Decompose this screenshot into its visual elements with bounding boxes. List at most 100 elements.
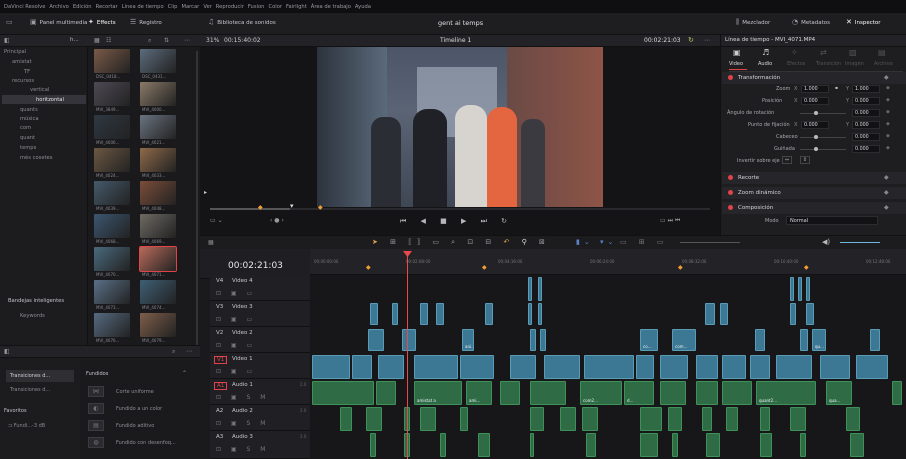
track-header[interactable]: A3 Audio 3 ⊡ ▣ S M 2.0 — [210, 431, 310, 459]
track-name[interactable]: Audio 3 — [232, 434, 253, 440]
zoom-tools[interactable]: ▭ ⊞ ▭ — [620, 238, 669, 246]
menu-item[interactable]: Archivo — [49, 4, 68, 10]
track-control-icons[interactable]: ⊡ ▣ S M — [216, 420, 269, 427]
audio-clip[interactable] — [668, 407, 682, 431]
media-thumbnail[interactable] — [140, 148, 176, 172]
video-clip[interactable]: qu... — [812, 329, 826, 351]
match-frame-icon[interactable]: ▭ ⏭ ⏮ — [660, 217, 680, 225]
audio-clip[interactable] — [420, 407, 436, 431]
audio-clip[interactable] — [696, 381, 718, 405]
inspector-tab[interactable]: Efectos — [787, 61, 805, 67]
audio-clip[interactable] — [376, 381, 396, 405]
media-thumbnail[interactable] — [139, 246, 177, 272]
flag-tools[interactable]: ▮⌄ ▾⌄ — [576, 238, 617, 246]
sort-icon[interactable]: ⇅ — [164, 37, 169, 44]
viewer-scrub-bar[interactable] — [210, 208, 710, 210]
bin-item[interactable]: quant — [20, 135, 35, 141]
track-name[interactable]: Video 1 — [232, 356, 253, 362]
slider-handle[interactable] — [814, 111, 818, 115]
track-name[interactable]: Video 4 — [232, 278, 253, 284]
audio-clip[interactable]: amistat a — [414, 381, 462, 405]
video-clip[interactable] — [510, 355, 536, 379]
favorite-item[interactable]: ⊐ Fundi...-3 dB — [8, 423, 45, 429]
track-header[interactable]: V3 Video 3 ⊡ ▣ ▭ — [210, 301, 310, 327]
audio-clip[interactable] — [640, 407, 662, 431]
sidebar-icon[interactable]: ◧ — [4, 348, 10, 355]
audio-clip[interactable] — [722, 381, 752, 405]
section-enabled-dot[interactable] — [728, 205, 733, 210]
audio-clip[interactable] — [672, 433, 678, 457]
video-clip[interactable] — [776, 355, 812, 379]
x-value-field[interactable]: 1.000 — [801, 85, 829, 93]
video-clip[interactable] — [800, 329, 808, 351]
audio-clip[interactable] — [582, 407, 598, 431]
flip-horizontal-icon[interactable]: ⇔ — [782, 156, 792, 164]
audio-clip[interactable] — [478, 433, 490, 457]
viewer-options-icon[interactable]: ▭ ⌄ — [210, 217, 223, 224]
video-clip[interactable] — [528, 277, 532, 301]
section-enabled-dot[interactable] — [728, 75, 733, 80]
video-clip[interactable] — [790, 277, 794, 301]
menu-item[interactable]: Color — [268, 4, 282, 10]
track-name[interactable]: Audio 2 — [232, 408, 253, 414]
bin-item[interactable]: quants — [20, 107, 38, 113]
video-clip[interactable] — [460, 355, 494, 379]
audio-clip[interactable] — [530, 433, 534, 457]
menu-item[interactable]: Edición — [73, 4, 92, 10]
viewer-more-icon[interactable]: ⋯ — [704, 37, 710, 44]
track-id[interactable]: V4 — [214, 278, 225, 284]
audio-clip[interactable] — [640, 433, 658, 457]
app-menu[interactable]: DaVinci Resolve — [4, 4, 45, 10]
video-clip[interactable] — [368, 329, 384, 351]
link-icon[interactable]: ⚭ — [834, 85, 839, 92]
media-thumbnail[interactable] — [140, 49, 176, 73]
diamond-keyframe-icon[interactable]: ◆ — [884, 174, 889, 181]
track-id[interactable]: V2 — [214, 330, 225, 336]
audio-clip[interactable] — [366, 407, 382, 431]
composite-mode-select[interactable]: Normal — [786, 216, 878, 225]
sync-icon[interactable]: ↻ — [688, 36, 694, 44]
audio-clip[interactable] — [850, 433, 864, 457]
track-control-icons[interactable]: ⊡ ▣ ▭ — [216, 368, 256, 375]
video-clip[interactable] — [722, 355, 746, 379]
audio-clip[interactable] — [702, 407, 712, 431]
audio-clip[interactable]: com2... — [580, 381, 622, 405]
track-header[interactable]: A1 Audio 1 ⊡ ▣ S M 2.0 — [210, 379, 310, 405]
track-header[interactable]: A2 Audio 2 ⊡ ▣ S M 2.0 — [210, 405, 310, 431]
video-clip[interactable] — [528, 303, 532, 325]
bin-item[interactable]: recursos — [12, 78, 34, 84]
keyframe-icon[interactable]: ◆ — [886, 109, 890, 115]
media-thumbnail[interactable] — [94, 313, 130, 337]
diamond-keyframe-icon[interactable]: ◆ — [884, 204, 889, 211]
video-clip[interactable] — [538, 303, 542, 325]
value-slider[interactable] — [800, 137, 846, 138]
play-small-icon[interactable]: ▸ — [204, 189, 207, 196]
video-clip[interactable] — [352, 355, 372, 379]
inspector-tab[interactable]: Imagen — [845, 61, 864, 67]
video-clip[interactable] — [538, 277, 542, 301]
audio-clip[interactable] — [790, 407, 806, 431]
keyframe-icon[interactable]: ◆ — [886, 85, 890, 91]
media-thumbnail[interactable] — [140, 82, 176, 106]
video-clip[interactable]: co... — [640, 329, 658, 351]
audio-clip[interactable] — [312, 381, 374, 405]
video-clip[interactable] — [485, 303, 493, 325]
media-thumbnail[interactable] — [94, 148, 130, 172]
track-control-icons[interactable]: ⊡ ▣ ▭ — [216, 342, 256, 349]
monitor-icon[interactable]: ▭ — [6, 19, 13, 26]
inspector-tab[interactable]: Video — [729, 61, 743, 67]
track-id[interactable]: V1 — [214, 356, 228, 364]
track-control-icons[interactable]: ⊡ ▣ ▭ — [216, 316, 256, 323]
value-slider[interactable] — [800, 149, 846, 150]
inspector-tab[interactable]: Audio — [758, 61, 772, 67]
sidebar-toggle-icon[interactable]: ◧ — [4, 37, 10, 44]
y-value-field[interactable]: 0.000 — [852, 145, 880, 153]
audio-clip[interactable] — [530, 407, 544, 431]
video-clip[interactable] — [378, 355, 404, 379]
select-tool-icon[interactable]: ➤ — [372, 238, 383, 246]
layout-icon[interactable]: ▦ — [208, 239, 214, 246]
section-title[interactable]: Zoom dinámico — [738, 190, 781, 196]
video-clip[interactable] — [755, 329, 765, 351]
timeline-name[interactable]: Timeline 1 — [440, 37, 471, 44]
edit-tools[interactable]: ➤ ⊞ ⟦⟧ ▭ ⌕ ⊡ ⊟ ↶ ⚲ ⊠ — [372, 238, 550, 247]
